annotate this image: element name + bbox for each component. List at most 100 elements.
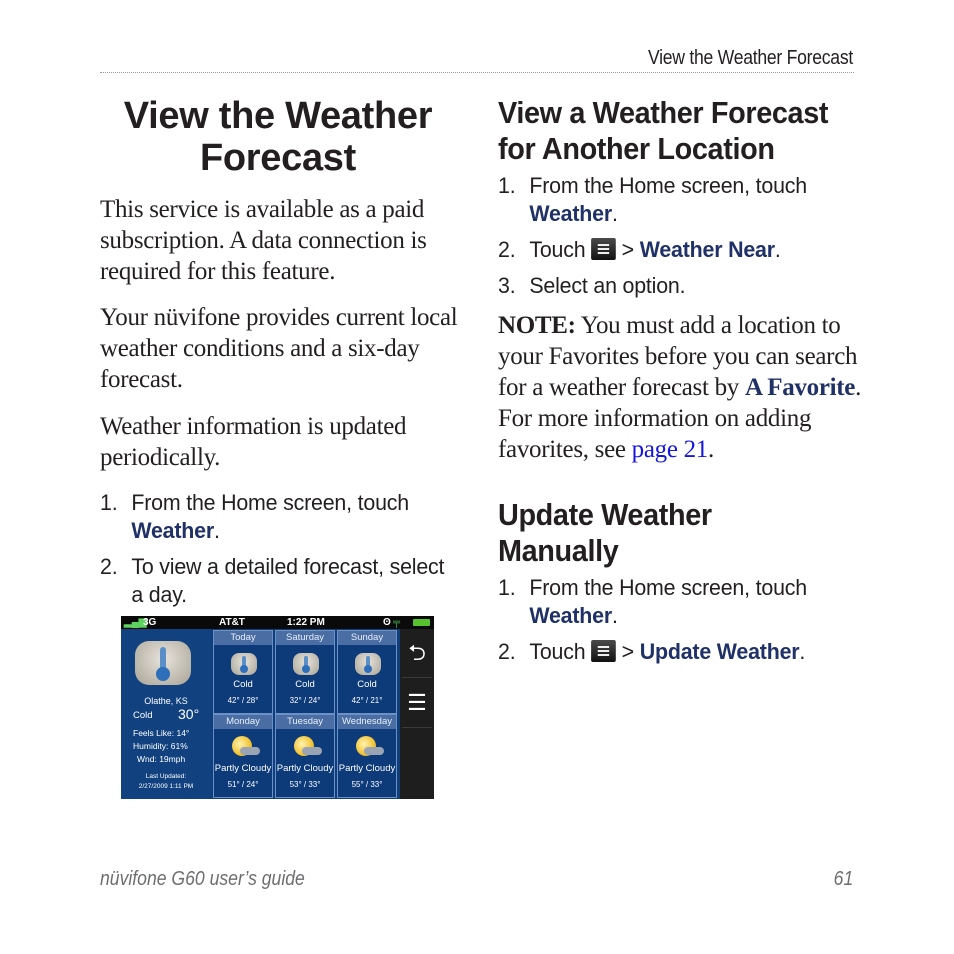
network-type: 3G	[143, 617, 157, 628]
forecast-day-cell[interactable]: Sunday Cold 42° / 21°	[337, 630, 397, 714]
menu-icon	[591, 238, 616, 260]
last-updated-time: 2/27/2009 1:11 PM	[138, 783, 194, 790]
footer-guide-title: nüvifone G60 user’s guide	[100, 868, 305, 890]
menu-icon	[591, 640, 616, 662]
last-updated-label: Last Updated:	[145, 773, 187, 780]
step-text: From the Home screen, touch	[131, 490, 409, 515]
gps-icon: ╤	[393, 617, 401, 628]
step-text: From the Home screen, touch	[529, 173, 807, 198]
step-number: 1.	[100, 490, 118, 515]
heading-line: for Another Location	[498, 131, 775, 166]
step-number: 1.	[498, 575, 516, 600]
step-number: 1.	[498, 173, 516, 198]
forecast-day: Wednesday	[338, 715, 396, 729]
forecast-day: Saturday	[276, 631, 334, 645]
page-title: View the Weather Forecast	[123, 95, 433, 179]
punctuation: .	[855, 374, 862, 401]
step-text: From the Home screen, touch	[529, 575, 807, 600]
step-text: To view a detailed forecast, select	[131, 554, 445, 579]
separator: >	[621, 237, 634, 262]
page-21-link[interactable]: page 21	[632, 436, 709, 463]
back-button[interactable]: ⮌	[402, 629, 432, 678]
step-text: Select an option.	[529, 273, 686, 298]
forecast-condition: Cold	[295, 679, 315, 690]
step-3: 3. Select an option.	[498, 272, 686, 300]
step-text: Touch	[529, 237, 586, 262]
current-condition: Cold	[133, 710, 153, 721]
bluetooth-icon: ʘ	[383, 617, 391, 628]
current-conditions-panel: Olathe, KS Cold 30° Feels Like: 14° Humi…	[121, 629, 211, 799]
features-paragraph: Your nüvifone provides current local wea…	[100, 304, 458, 393]
header-divider	[100, 72, 854, 73]
forecast-day: Today	[214, 631, 272, 645]
forecast-condition: Partly Cloudy	[276, 763, 334, 774]
forecast-condition: Partly Cloudy	[338, 763, 396, 774]
thermometer-icon	[293, 653, 319, 675]
battery-icon	[413, 619, 430, 626]
heading-line: Update Weather	[498, 497, 712, 532]
note-paragraph: NOTE: You must add a location to your Fa…	[498, 310, 868, 465]
forecast-temps: 42° / 21°	[351, 696, 383, 705]
side-button-bar: ⮌ ☰	[400, 629, 434, 799]
forecast-day-cell[interactable]: Tuesday Partly Cloudy 53° / 33°	[275, 714, 335, 798]
forecast-grid: Today Cold 42° / 28° Saturday Cold 32° /…	[213, 630, 397, 799]
punctuation: .	[611, 201, 618, 226]
step-text-continued: a day.	[131, 582, 187, 607]
heading-line: Manually	[498, 533, 619, 568]
step-number: 2.	[100, 554, 118, 579]
forecast-day: Monday	[214, 715, 272, 729]
step-number: 2.	[498, 639, 516, 664]
intro-paragraph: This service is available as a paid subs…	[100, 196, 427, 285]
step-1: 1. From the Home screen, touch Weather.	[100, 489, 409, 545]
step-number: 2.	[498, 237, 516, 262]
forecast-day-cell[interactable]: Monday Partly Cloudy 51° / 24°	[213, 714, 273, 798]
weather-screen-screenshot: ▂▄▆ 3G AT&T 1:22 PM ʘ ╤ Olathe, KS Cold …	[121, 616, 434, 799]
note-text: For more information on adding	[498, 405, 812, 432]
note-text: favorites, see	[498, 436, 632, 463]
section-heading-update-manually: Update Weather Manually	[498, 497, 712, 569]
forecast-condition: Partly Cloudy	[214, 763, 272, 774]
forecast-temps: 42° / 28°	[227, 696, 259, 705]
running-header: View the Weather Forecast	[647, 47, 853, 69]
step-2: 2. To view a detailed forecast, select a …	[100, 553, 445, 609]
status-bar: ▂▄▆ 3G AT&T 1:22 PM ʘ ╤	[121, 616, 434, 629]
section-heading-another-location: View a Weather Forecast for Another Loca…	[498, 95, 828, 167]
wind: Wnd: 19mph	[137, 754, 186, 764]
step-text: Touch	[529, 639, 586, 664]
note-text: for a weather forecast by	[498, 374, 745, 401]
current-temperature: 30°	[178, 706, 200, 722]
partly-cloudy-icon	[290, 735, 322, 759]
partly-cloudy-icon	[228, 735, 260, 759]
carrier-name: AT&T	[219, 617, 245, 628]
forecast-temps: 32° / 24°	[289, 696, 321, 705]
menu-button[interactable]: ☰	[402, 679, 432, 728]
punctuation: .	[799, 639, 806, 664]
thermometer-icon	[135, 641, 191, 685]
forecast-day-cell[interactable]: Wednesday Partly Cloudy 55° / 33°	[337, 714, 397, 798]
thermometer-icon	[355, 653, 381, 675]
heading-line: View a Weather Forecast	[498, 95, 829, 130]
punctuation: .	[707, 436, 714, 463]
a-favorite-keyword: A Favorite	[744, 374, 856, 401]
forecast-temps: 53° / 33°	[289, 780, 321, 789]
punctuation: .	[611, 603, 618, 628]
separator: >	[621, 639, 634, 664]
step-number: 3.	[498, 273, 516, 298]
forecast-condition: Cold	[233, 679, 253, 690]
feels-like: Feels Like: 14°	[133, 728, 190, 738]
step-1: 1. From the Home screen, touch Weather.	[498, 574, 807, 630]
thermometer-icon	[231, 653, 257, 675]
forecast-day-cell[interactable]: Saturday Cold 32° / 24°	[275, 630, 335, 714]
forecast-day-cell[interactable]: Today Cold 42° / 28°	[213, 630, 273, 714]
update-weather-keyword: Update Weather	[639, 639, 800, 664]
location-name: Olathe, KS	[144, 696, 188, 706]
note-text: your Favorites before you can search	[498, 343, 858, 370]
weather-keyword: Weather	[529, 603, 612, 628]
page-number: 61	[833, 868, 853, 890]
step-1: 1. From the Home screen, touch Weather.	[498, 172, 807, 228]
forecast-condition: Cold	[357, 679, 377, 690]
weather-keyword: Weather	[131, 518, 214, 543]
forecast-temps: 55° / 33°	[351, 780, 383, 789]
note-text: You must add a location to	[575, 312, 841, 339]
partly-cloudy-icon	[352, 735, 384, 759]
